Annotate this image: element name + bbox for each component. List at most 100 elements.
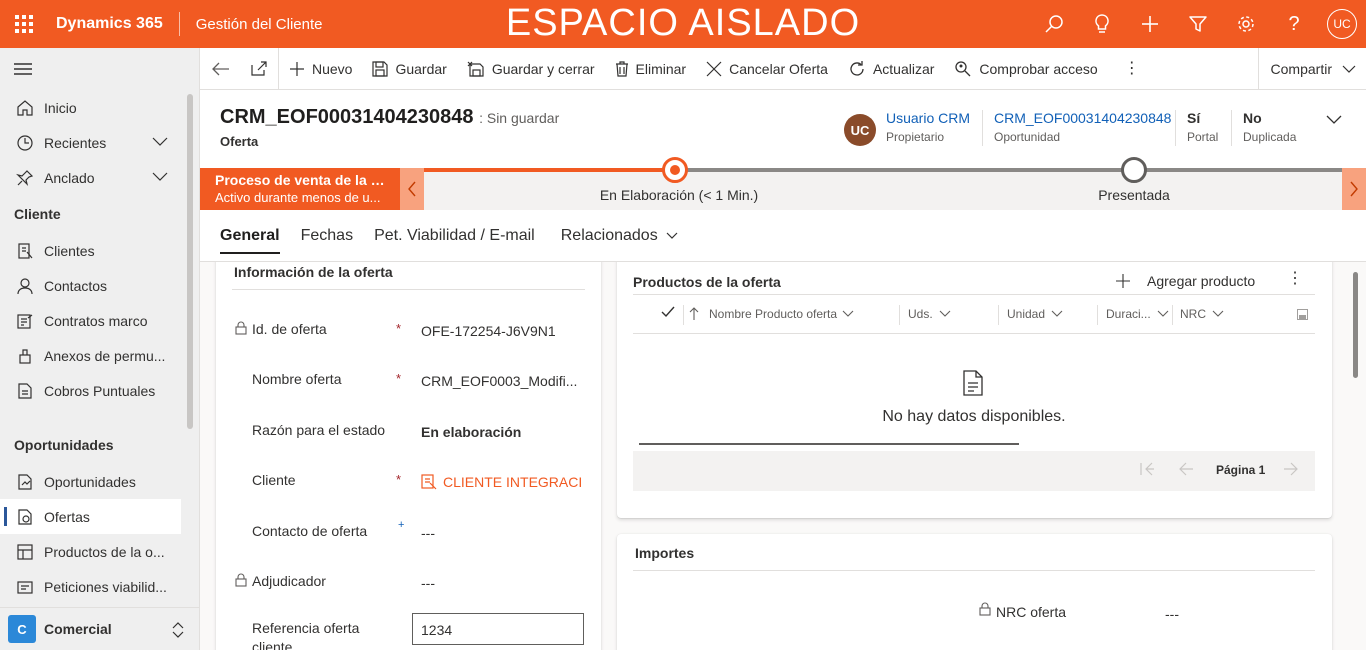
share-button[interactable]: Compartir (1257, 48, 1366, 90)
grid-horizontal-scrollbar[interactable] (639, 443, 1019, 445)
open-new-window-button[interactable] (242, 48, 278, 90)
grid-save-view-button[interactable] (1297, 309, 1308, 320)
field-label: Referencia oferta cliente (252, 620, 360, 650)
record-title-text: CRM_EOF00031404230848 (220, 106, 474, 128)
sidebar-item-oportunidades[interactable]: Oportunidades (0, 464, 181, 499)
sidebar-item-recientes[interactable]: Recientes (0, 125, 181, 160)
sidebar-item-ofertas[interactable]: Ofertas (0, 499, 181, 534)
header-field-duplicate: No Duplicada (1243, 110, 1296, 144)
sidebar-item-label: Ofertas (44, 508, 90, 525)
new-button[interactable] (1126, 0, 1174, 48)
form-scrollbar[interactable] (1353, 272, 1358, 378)
process-flyout-button[interactable]: Proceso de venta de la o... Activo duran… (200, 168, 400, 210)
chevron-down-icon (152, 137, 168, 146)
field-value: --- (421, 575, 435, 591)
client-reference-input[interactable]: 1234 (412, 613, 584, 645)
new-label: Nuevo (312, 60, 353, 77)
new-record-button[interactable]: Nuevo (279, 48, 362, 90)
stage-node-current[interactable] (662, 157, 688, 183)
area-switcher[interactable]: C Comercial (0, 607, 199, 650)
stage-node-next[interactable] (1121, 157, 1147, 183)
sidebar-item-contactos[interactable]: Contactos (0, 268, 181, 303)
expand-header-button[interactable] (1326, 112, 1342, 128)
app-name[interactable]: Gestión del Cliente (180, 16, 323, 33)
cancel-offer-label: Cancelar Oferta (729, 60, 828, 77)
portal-value: Sí (1187, 110, 1201, 126)
field-label: Contacto de oferta (252, 523, 368, 539)
stage-label-next[interactable]: Presentada (1098, 187, 1170, 203)
column-header-unit[interactable]: Unidad (1007, 307, 1063, 321)
header-separator (1231, 110, 1232, 146)
tab-pet-viabilidad[interactable]: Pet. Viabilidad / E-mail (374, 210, 535, 262)
opportunity-link[interactable]: CRM_EOF00031404230848 (994, 110, 1171, 126)
tab-fechas[interactable]: Fechas (301, 210, 353, 262)
user-account-button[interactable]: UC (1318, 0, 1366, 48)
bpf-prev-button[interactable] (400, 168, 424, 210)
tab-general[interactable]: General (220, 210, 280, 262)
cancel-offer-button[interactable]: Cancelar Oferta (696, 48, 838, 90)
sidebar-item-anexos[interactable]: Anexos de permu... (0, 338, 181, 373)
app-launcher-button[interactable] (0, 0, 48, 48)
save-close-icon (467, 61, 484, 77)
sidebar-item-productos-oferta[interactable]: Productos de la o... (0, 534, 181, 569)
column-header-units[interactable]: Uds. (908, 307, 951, 321)
section-divider (633, 570, 1315, 571)
chevron-down-icon (1051, 310, 1063, 317)
help-button[interactable]: ? (1270, 0, 1318, 48)
account-icon (18, 242, 33, 259)
brand-label[interactable]: Dynamics 365 (48, 15, 179, 33)
person-icon (17, 277, 33, 294)
tab-relacionados[interactable]: Relacionados (561, 210, 678, 262)
sidebar-item-inicio[interactable]: Inicio (0, 90, 181, 125)
lock-icon (235, 321, 247, 335)
save-and-close-button[interactable]: Guardar y cerrar (457, 48, 605, 90)
first-page-icon[interactable] (1139, 461, 1155, 477)
field-value[interactable]: --- (421, 525, 581, 541)
save-icon (372, 60, 389, 77)
column-header-product-name[interactable]: Nombre Producto oferta (709, 307, 854, 321)
refresh-button[interactable]: Actualizar (838, 48, 944, 90)
stage-label-current[interactable]: En Elaboración (< 1 Min.) (600, 187, 758, 203)
bpf-next-button[interactable] (1342, 168, 1366, 210)
document-icon (18, 382, 32, 399)
filter-button[interactable] (1174, 0, 1222, 48)
site-map-toggle[interactable] (0, 48, 199, 90)
next-page-icon[interactable] (1283, 461, 1299, 477)
sidebar-item-peticiones-viabilidad[interactable]: Peticiones viabilid... (0, 569, 181, 604)
lightbulb-button[interactable] (1078, 0, 1126, 48)
more-options-button[interactable]: ⋮ (1287, 268, 1303, 288)
field-value[interactable]: CRM_EOF0003_Modifi... (421, 373, 581, 389)
column-header-duration[interactable]: Duraci... (1106, 307, 1169, 321)
annex-icon (19, 348, 31, 364)
sort-column-header[interactable] (689, 307, 699, 321)
add-product-button[interactable]: Agregar producto (1115, 266, 1255, 296)
owner-link[interactable]: Usuario CRM (886, 110, 970, 126)
customer-lookup-link[interactable]: CLIENTE INTEGRACI... (421, 474, 581, 490)
search-button[interactable] (1030, 0, 1078, 48)
select-all-checkbox[interactable] (661, 306, 675, 318)
field-offer-contact: Contacto de oferta + --- (216, 513, 576, 549)
check-access-icon (955, 60, 971, 76)
sidebar-item-label: Productos de la o... (44, 543, 165, 560)
back-button[interactable] (200, 48, 242, 90)
check-access-button[interactable]: Comprobar acceso (944, 48, 1107, 90)
sidebar-item-cobros-puntuales[interactable]: Cobros Puntuales (0, 373, 181, 408)
settings-button[interactable] (1222, 0, 1270, 48)
delete-button[interactable]: Eliminar (605, 48, 697, 90)
sidebar-scrollbar[interactable] (187, 94, 193, 429)
chevron-down-icon (842, 310, 854, 317)
process-status: Activo durante menos de u... (215, 190, 381, 205)
save-button[interactable]: Guardar (362, 48, 456, 90)
sidebar: Inicio Recientes Anclado Cliente Cliente… (0, 48, 200, 650)
chevron-down-icon (666, 232, 678, 239)
sidebar-item-anclado[interactable]: Anclado (0, 160, 181, 195)
header-field-portal: Sí Portal (1187, 110, 1218, 144)
sidebar-item-contratos-marco[interactable]: Contratos marco (0, 303, 181, 338)
add-product-label: Agregar producto (1147, 273, 1256, 289)
column-header-nrc[interactable]: NRC (1180, 307, 1224, 321)
sidebar-item-clientes[interactable]: Clientes (0, 233, 181, 268)
checkmark-icon (661, 306, 675, 318)
field-value[interactable]: En elaboración (421, 424, 581, 440)
previous-page-icon[interactable] (1178, 461, 1194, 477)
more-commands-button[interactable]: ⋮ (1108, 48, 1156, 90)
